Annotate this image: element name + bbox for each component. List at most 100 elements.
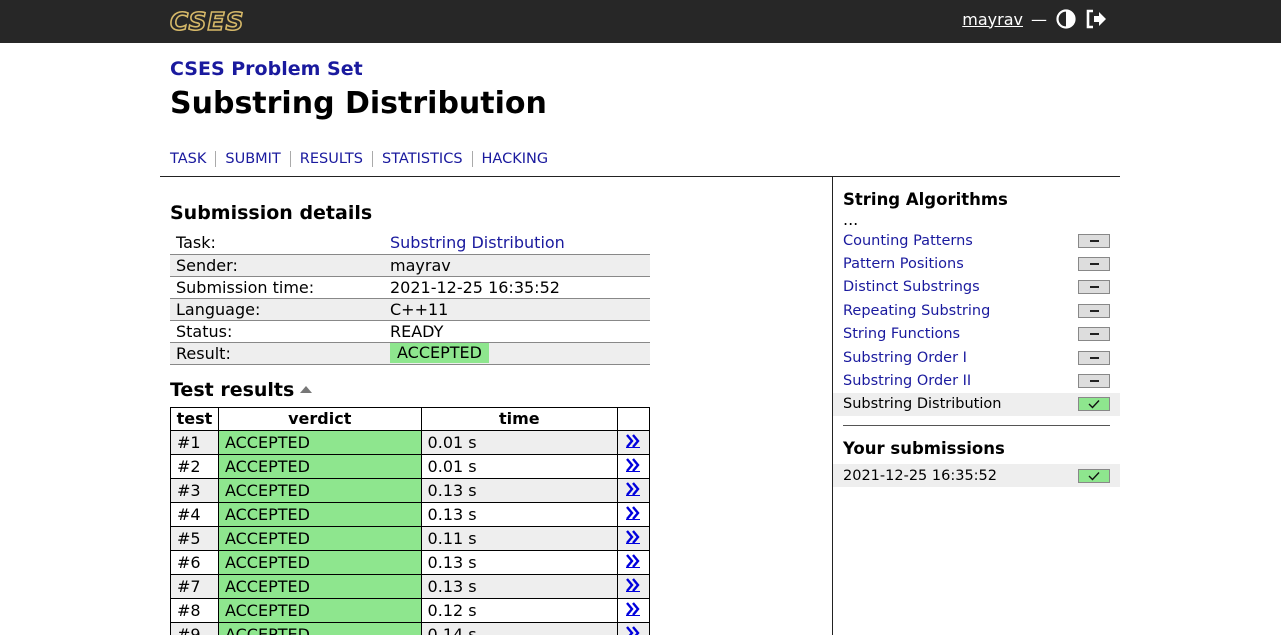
test-number: #8 (170, 597, 219, 623)
test-time: 0.14 s (420, 621, 618, 635)
task-link[interactable]: Substring Distribution (390, 233, 565, 252)
test-number: #1 (170, 429, 219, 455)
cses-logo[interactable]: CSES (169, 6, 245, 37)
task-link[interactable]: String Functions (843, 326, 960, 342)
task-link[interactable]: Counting Patterns (843, 233, 973, 249)
details-row: Sender: mayrav (170, 254, 650, 277)
logout-icon[interactable] (1085, 8, 1107, 30)
details-row: Task: Substring Distribution (170, 232, 650, 255)
main-content: Submission details Task: Substring Distr… (170, 202, 651, 635)
double-chevron-right-icon[interactable] (625, 625, 641, 635)
collapse-caret-icon[interactable] (300, 386, 313, 393)
test-verdict: ACCEPTED (217, 573, 422, 599)
task-link[interactable]: Substring Order II (843, 373, 971, 389)
double-chevron-right-icon[interactable] (625, 529, 641, 544)
title-block: CSES Problem Set Substring Distribution (170, 58, 547, 121)
double-chevron-right-icon[interactable] (625, 457, 641, 472)
tab-task[interactable]: TASK (170, 151, 215, 167)
view-test-link[interactable] (616, 501, 651, 527)
unsolved-minus-icon (1078, 233, 1110, 248)
problem-set-link[interactable]: CSES Problem Set (170, 58, 547, 80)
submission-details-heading: Submission details (170, 202, 373, 224)
double-chevron-right-icon[interactable] (625, 577, 641, 592)
double-chevron-right-icon[interactable] (625, 601, 641, 616)
tab-hacking[interactable]: HACKING (471, 151, 558, 167)
submission-entry-time[interactable]: 2021-12-25 16:35:52 (843, 468, 997, 484)
unsolved-minus-icon (1078, 350, 1110, 365)
tab-statistics[interactable]: STATISTICS (372, 151, 472, 167)
task-link[interactable]: Substring Order I (843, 350, 967, 366)
column-header-test: test (170, 406, 219, 431)
test-time: 0.01 s (420, 429, 618, 455)
test-number: #6 (170, 549, 219, 575)
sidebar: String Algorithms ... Counting Patterns P… (833, 190, 1120, 488)
username-link[interactable]: mayrav (962, 10, 1023, 29)
test-time: 0.13 s (420, 573, 618, 599)
view-test-link[interactable] (616, 573, 651, 599)
test-number: #7 (170, 573, 219, 599)
test-number: #4 (170, 501, 219, 527)
task-list-item[interactable]: Substring Order II (833, 369, 1120, 392)
task-link[interactable]: Distinct Substrings (843, 279, 980, 295)
view-test-link[interactable] (616, 621, 651, 635)
test-number: #3 (170, 477, 219, 503)
details-row: Language: C++11 (170, 298, 650, 321)
task-list-item[interactable]: Repeating Substring (833, 299, 1120, 322)
task-list-item[interactable]: Pattern Positions (833, 252, 1120, 275)
test-verdict: ACCEPTED (217, 621, 422, 635)
test-verdict: ACCEPTED (217, 549, 422, 575)
submission-details-table: Task: Substring Distribution Sender: may… (170, 232, 650, 365)
test-time: 0.13 s (420, 477, 618, 503)
column-header-verdict: verdict (217, 406, 422, 431)
unsolved-minus-icon (1078, 374, 1110, 389)
double-chevron-right-icon[interactable] (625, 505, 641, 520)
task-list-item[interactable]: Substring Order I (833, 346, 1120, 369)
current-task-name: Substring Distribution (843, 396, 1002, 413)
task-link[interactable]: Repeating Substring (843, 303, 990, 319)
separator: — (1031, 9, 1047, 29)
test-time: 0.11 s (420, 525, 618, 551)
submission-entry[interactable]: 2021-12-25 16:35:52 (833, 464, 1120, 488)
test-row: #4 ACCEPTED 0.13 s (170, 501, 651, 527)
task-list-item-current: Substring Distribution (833, 392, 1120, 417)
tab-submit[interactable]: SUBMIT (215, 151, 289, 167)
task-list-item[interactable]: Distinct Substrings (833, 276, 1120, 299)
view-test-link[interactable] (616, 597, 651, 623)
view-test-link[interactable] (616, 453, 651, 479)
result-badge: ACCEPTED (390, 343, 489, 363)
task-link[interactable]: Pattern Positions (843, 256, 964, 272)
test-time: 0.13 s (420, 501, 618, 527)
submission-time-value: 2021-12-25 16:35:52 (384, 276, 650, 299)
your-submissions-heading: Your submissions (843, 439, 1005, 459)
view-test-link[interactable] (616, 549, 651, 575)
test-number: #5 (170, 525, 219, 551)
contrast-icon[interactable] (1055, 8, 1077, 30)
view-test-link[interactable] (616, 429, 651, 455)
test-verdict: ACCEPTED (217, 501, 422, 527)
double-chevron-right-icon[interactable] (625, 553, 641, 568)
test-number: #2 (170, 453, 219, 479)
details-row: Submission time: 2021-12-25 16:35:52 (170, 276, 650, 299)
test-row: #6 ACCEPTED 0.13 s (170, 549, 651, 575)
account-area: mayrav — (962, 8, 1107, 30)
language-label: Language: (170, 298, 384, 321)
status-label: Status: (170, 320, 384, 343)
test-row: #9 ACCEPTED 0.14 s (170, 621, 651, 635)
details-row: Result: ACCEPTED (170, 342, 650, 365)
status-value: READY (384, 320, 650, 343)
task-list-item[interactable]: String Functions (833, 323, 1120, 346)
unsolved-minus-icon (1078, 257, 1110, 272)
view-test-link[interactable] (616, 525, 651, 551)
result-label: Result: (170, 342, 384, 365)
double-chevron-right-icon[interactable] (625, 433, 641, 448)
submission-time-label: Submission time: (170, 276, 384, 299)
view-test-link[interactable] (616, 477, 651, 503)
test-row: #5 ACCEPTED 0.11 s (170, 525, 651, 551)
language-value: C++11 (384, 298, 650, 321)
double-chevron-right-icon[interactable] (625, 481, 641, 496)
column-header-link (616, 406, 651, 431)
task-list-item[interactable]: Counting Patterns (833, 229, 1120, 252)
test-rows: #1 ACCEPTED 0.01 s #2 ACCEPTED 0.01 s #3 ACCEPT… (170, 429, 651, 635)
task-list: Counting Patterns Pattern Positions Distin… (833, 229, 1120, 417)
tab-results[interactable]: RESULTS (289, 151, 372, 167)
